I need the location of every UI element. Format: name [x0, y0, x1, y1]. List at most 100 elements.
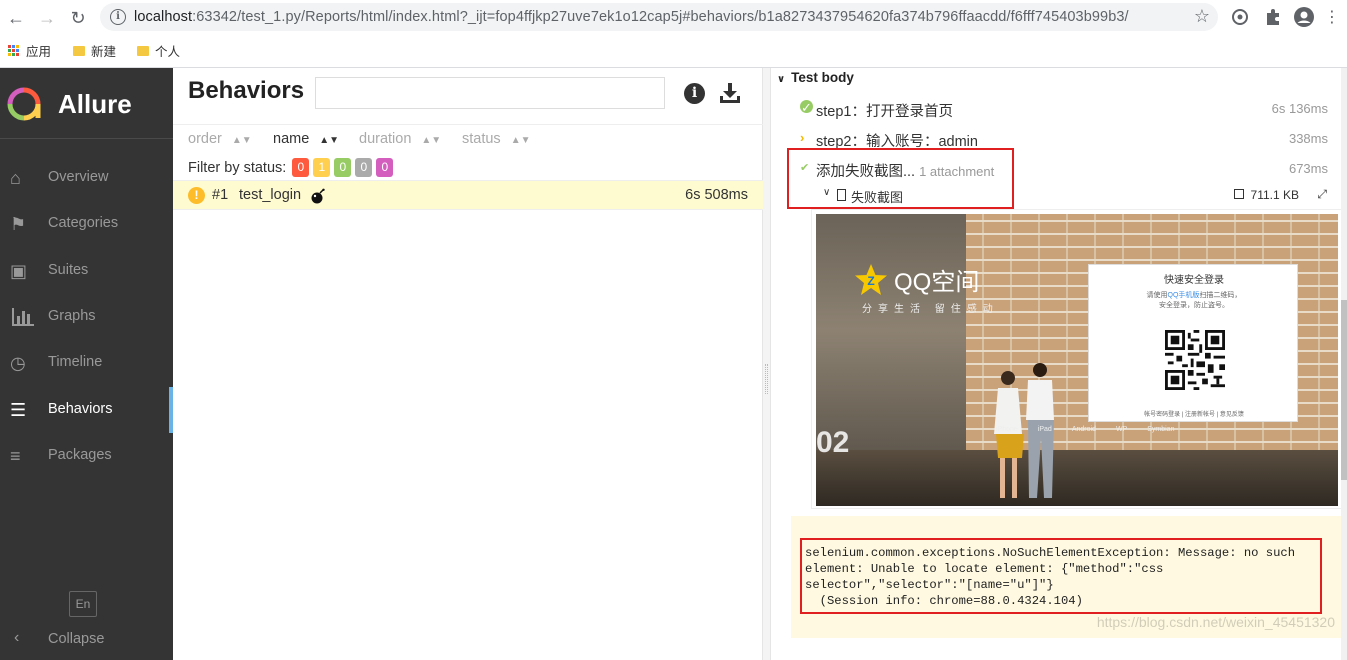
behaviors-pane: Behaviors i order ▲▼ name ▲▼ duration ▲▼ st…: [173, 68, 763, 660]
step-label: step1：打开登录首页: [816, 104, 953, 120]
login-title: 快速安全登录: [1164, 275, 1224, 286]
chevron-down-icon: ∨: [777, 74, 786, 85]
qr-code: [1165, 330, 1225, 390]
status-filter: Filter by status: 0 1 0 0 0: [188, 158, 394, 177]
url-text[interactable]: localhost:63342/test_1.py/Reports/html/i…: [134, 9, 1129, 25]
bookmark-label: 新建: [91, 45, 117, 59]
sort-arrows-icon: ▲▼: [421, 135, 442, 146]
allure-logo[interactable]: Allure: [0, 68, 173, 139]
platform-links: iPhone iPad Android WP Symbian: [996, 426, 1174, 433]
slide-number: 02: [816, 426, 850, 459]
align-left-icon: ≡: [10, 446, 21, 466]
chevron-right-icon: ›: [800, 130, 805, 145]
download-icon[interactable]: [719, 81, 741, 105]
address-bar[interactable]: i localhost:63342/test_1.py/Reports/html…: [100, 3, 1218, 31]
table-row[interactable]: ! #1 test_login 6s 508ms: [173, 180, 763, 210]
bookmark-apps[interactable]: 应用: [8, 41, 51, 60]
forward-icon[interactable]: →: [37, 8, 57, 28]
nav-label: Overview: [48, 169, 109, 185]
filter-passed[interactable]: 0: [334, 158, 352, 177]
broken-status-icon: !: [188, 187, 205, 204]
platform-symbian: Symbian: [1147, 426, 1175, 433]
folder-icon: [73, 45, 85, 56]
bookmark-label: 个人: [155, 45, 181, 59]
puzzle-icon[interactable]: [1263, 7, 1283, 27]
sort-status[interactable]: status ▲▼: [462, 131, 530, 147]
menu-icon[interactable]: ⋮: [1322, 8, 1342, 28]
expand-icon[interactable]: ⤢: [1317, 187, 1327, 202]
platform-android: Android: [1071, 426, 1096, 433]
nav-overview[interactable]: ⌂ Overview: [0, 155, 173, 201]
splitter-grip[interactable]: [765, 364, 768, 394]
filter-unknown[interactable]: 0: [376, 158, 394, 177]
apps-grid-icon: [8, 44, 20, 57]
briefcase-icon: ▣: [10, 261, 28, 281]
nav-label: Suites: [48, 262, 89, 278]
step-duration: 6s 136ms: [1271, 101, 1328, 116]
list-icon: ☰: [10, 400, 27, 420]
sort-arrows-icon: ▲▼: [319, 135, 340, 146]
nav-timeline[interactable]: ◷ Timeline: [0, 340, 173, 386]
profile-icon[interactable]: [1294, 7, 1314, 27]
platform-iphone: iPhone: [996, 426, 1018, 433]
platform-ipad: iPad: [1037, 426, 1052, 433]
attachment-size: 711.1 KB: [1250, 188, 1299, 202]
test-number: #1: [212, 187, 229, 203]
qq-star-icon: Z: [855, 263, 887, 295]
nav-packages[interactable]: ≡ Packages: [0, 433, 173, 479]
filter-failed[interactable]: 0: [292, 158, 310, 177]
sort-name[interactable]: name ▲▼: [273, 131, 339, 147]
nav-graphs[interactable]: Graphs: [0, 294, 173, 340]
platform-wp: WP: [1115, 426, 1128, 433]
extension-icon[interactable]: [1230, 7, 1250, 27]
login-panel: 快速安全登录 请使用QQ手机版扫描二维码， 安全登录，防止盗号。 帐号密码登录 …: [1088, 264, 1298, 422]
bookmark-new[interactable]: 新建: [73, 41, 116, 60]
collapse-label: Collapse: [48, 631, 105, 647]
scrollbar-thumb[interactable]: [1341, 300, 1347, 480]
language-switch[interactable]: En: [69, 591, 97, 617]
sort-bar: order ▲▼ name ▲▼ duration ▲▼ status ▲▼: [173, 124, 763, 154]
scrollbar[interactable]: [1341, 68, 1347, 660]
floor: [816, 450, 1338, 506]
failure-screenshot[interactable]: Z QQ空间 分享生活 留住感动 02 快速安全登录 请使用QQ手机版扫描二维码…: [816, 214, 1338, 506]
nav-label: Categories: [48, 215, 119, 231]
bookmark-personal[interactable]: 个人: [137, 41, 180, 60]
nav-categories[interactable]: ⚑ Categories: [0, 201, 173, 247]
qq-zone-logo: Z QQ空间: [854, 262, 979, 297]
test-body-header[interactable]: ∨ Test body: [777, 70, 854, 85]
step-row[interactable]: ✓ step1：打开登录首页 6s 136ms: [771, 93, 1341, 123]
sort-order[interactable]: order ▲▼: [188, 131, 252, 147]
filter-broken[interactable]: 1: [313, 158, 331, 177]
highlight-box: [800, 538, 1322, 614]
sort-duration[interactable]: duration ▲▼: [359, 131, 441, 147]
attachment-preview: Z QQ空间 分享生活 留住感动 02 快速安全登录 请使用QQ手机版扫描二维码…: [811, 209, 1345, 509]
folder-icon: [137, 45, 149, 56]
test-name: test_login: [239, 187, 302, 203]
collapse-button[interactable]: ‹ Collapse: [0, 628, 173, 652]
nav-suites[interactable]: ▣ Suites: [0, 248, 173, 294]
brand-name: Allure: [58, 89, 132, 119]
nav-label: Packages: [48, 447, 112, 463]
step-duration: 673ms: [1288, 161, 1328, 176]
pane-splitter[interactable]: [763, 68, 770, 660]
save-icon[interactable]: [1234, 189, 1244, 199]
login-description: 请使用QQ手机版扫描二维码， 安全登录，防止盗号。: [1146, 292, 1242, 309]
filter-skipped[interactable]: 0: [355, 158, 373, 177]
bookmark-star-icon[interactable]: ☆: [1194, 6, 1210, 27]
nav-label: Behaviors: [48, 401, 113, 417]
sort-arrows-icon: ▲▼: [231, 135, 252, 146]
flag-icon: ⚑: [10, 214, 27, 234]
search-input[interactable]: [315, 77, 665, 109]
nav-behaviors[interactable]: ☰ Behaviors: [0, 387, 173, 433]
allure-logo-icon: [7, 87, 41, 121]
qq-brand: QQ空间: [894, 269, 980, 296]
clock-icon: ◷: [10, 353, 26, 373]
filter-label: Filter by status:: [188, 159, 287, 176]
bookmark-label: 应用: [26, 45, 52, 59]
back-icon[interactable]: ←: [6, 8, 26, 28]
bookmarks-bar: 应用 新建 个人: [0, 38, 1347, 62]
site-info-icon[interactable]: i: [110, 9, 126, 25]
passed-check-icon: ✓: [800, 100, 813, 115]
reload-icon[interactable]: ↻: [68, 8, 88, 28]
info-icon[interactable]: i: [684, 83, 705, 104]
